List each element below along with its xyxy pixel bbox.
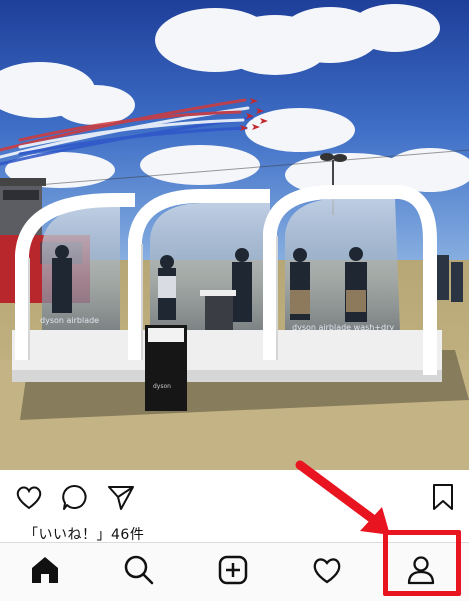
add-icon[interactable]: [216, 553, 250, 587]
comment-icon[interactable]: [60, 482, 90, 512]
activity-icon[interactable]: [310, 553, 344, 587]
share-icon[interactable]: [106, 482, 136, 512]
tent-label-1: dyson airblade: [40, 316, 99, 325]
post-photo[interactable]: dyson airblade dyson airblade wash+dry d…: [0, 0, 469, 470]
annotation-arrow: [295, 460, 390, 535]
tent-label-3: dyson airblade wash+dry: [292, 323, 394, 332]
likes-count[interactable]: 「いいね！」46件: [24, 524, 144, 544]
search-icon[interactable]: [122, 553, 156, 587]
kiosk-label: dyson: [153, 383, 171, 390]
heart-icon[interactable]: [14, 482, 44, 512]
likes-text: 「いいね！」46件: [24, 527, 145, 543]
home-icon[interactable]: [28, 553, 62, 587]
bookmark-icon[interactable]: [428, 482, 458, 512]
